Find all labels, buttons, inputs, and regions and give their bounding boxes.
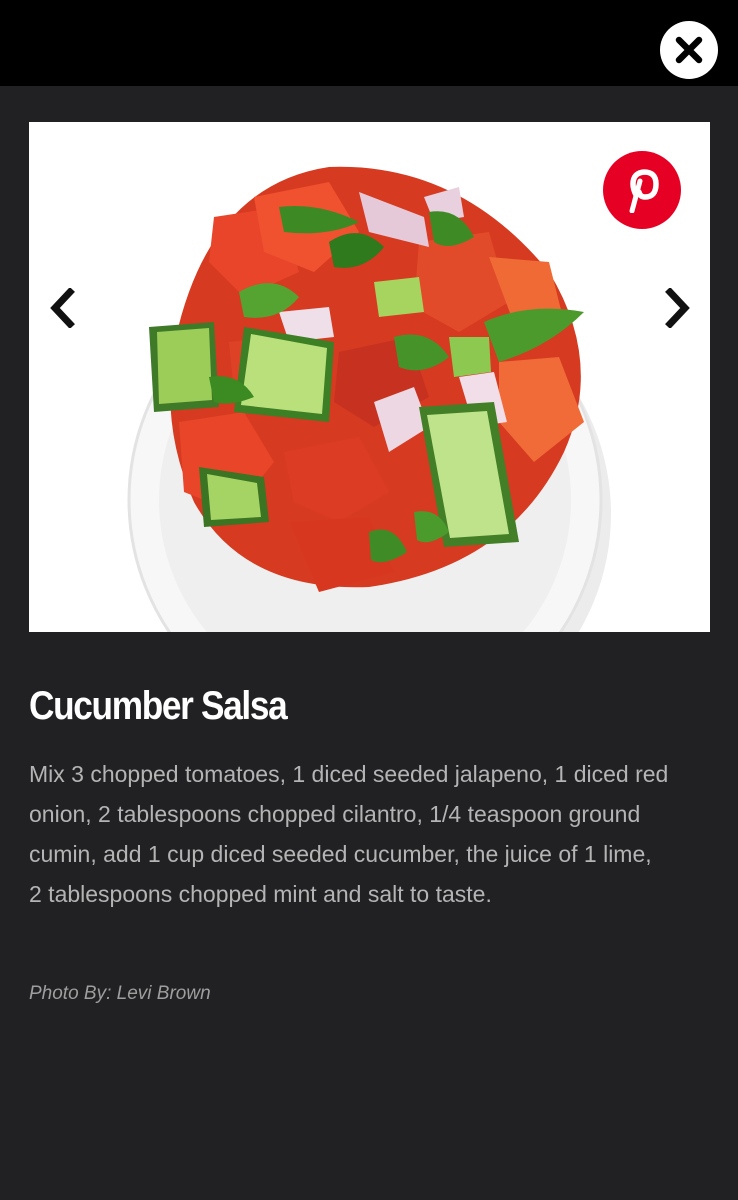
recipe-title: Cucumber Salsa xyxy=(29,684,288,728)
pinterest-icon xyxy=(629,169,659,213)
next-slide-button[interactable] xyxy=(658,280,698,336)
close-icon xyxy=(675,36,703,64)
close-button[interactable] xyxy=(660,21,718,79)
pinterest-share-button[interactable] xyxy=(603,151,681,229)
previous-slide-button[interactable] xyxy=(42,280,82,336)
chevron-right-icon xyxy=(665,288,690,328)
recipe-description: Mix 3 chopped tomatoes, 1 diced seeded j… xyxy=(29,761,669,907)
top-bar xyxy=(0,0,738,86)
photo-credit: Photo By: Levi Brown xyxy=(29,983,211,1004)
chevron-left-icon xyxy=(50,288,75,328)
